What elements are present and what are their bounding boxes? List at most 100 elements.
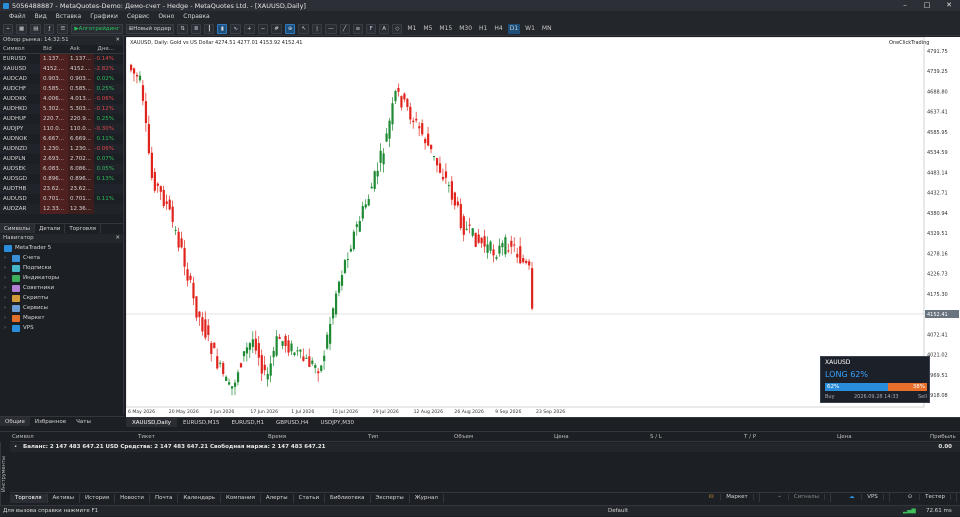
hline-icon[interactable]: —	[325, 23, 337, 34]
tf-h1[interactable]: H1	[477, 24, 489, 34]
tf-h4[interactable]: H4	[492, 24, 504, 34]
nav-item-experts[interactable]: › Советники	[0, 283, 123, 293]
nav-item-vps[interactable]: › VPS	[0, 323, 123, 333]
market-watch-row[interactable]: AUDJPY 110.0... 110.0... -0.30%	[0, 124, 123, 134]
menu-window[interactable]: Окно	[158, 13, 174, 20]
tab-history[interactable]: История	[80, 493, 116, 503]
close-icon[interactable]: ✕	[115, 36, 120, 45]
menu-charts[interactable]: Графики	[90, 13, 118, 20]
market-watch-row[interactable]: AUDSGD 0.896... 0.896... 0.13%	[0, 174, 123, 184]
candles-icon[interactable]: ▮	[217, 23, 228, 34]
chevron-right-icon[interactable]: ›	[4, 283, 12, 293]
bar-chart-icon[interactable]: ┃	[204, 23, 215, 34]
balance-row[interactable]: • Баланс: 2 147 483 647.21 USD Средства:…	[10, 443, 960, 452]
sell-label[interactable]: Sell	[918, 394, 927, 400]
chevron-right-icon[interactable]: ›	[4, 253, 12, 263]
tab-company[interactable]: Компания	[221, 493, 261, 503]
nav-root[interactable]: MetaTrader 5	[0, 243, 123, 253]
market-watch-row[interactable]: AUDPLN 2.693... 2.702... 0.07%	[0, 154, 123, 164]
col-price-current[interactable]: Цена	[837, 433, 852, 442]
chart-tab-usdjpy-m30[interactable]: USDJPY,M30	[315, 418, 360, 427]
chart-type-icon[interactable]: ⌁	[3, 23, 13, 34]
market-watch-row[interactable]: AUDCHF 0.585... 0.585... 0.25%	[0, 84, 123, 94]
col-type[interactable]: Тип	[368, 433, 379, 442]
chart-tab-eurusd-h1[interactable]: EURUSD,H1	[226, 418, 270, 427]
templates-icon[interactable]: ☰	[57, 23, 69, 34]
market-watch-row[interactable]: AUDUSD 0.701... 0.701... 0.11%	[0, 194, 123, 204]
market-watch-row[interactable]: AUDSEK 6.083... 6.086... 0.05%	[0, 164, 123, 174]
tab-news[interactable]: Новости	[115, 493, 151, 503]
market-watch-row[interactable]: AUDNOK 6.667... 6.669... 0.11%	[0, 134, 123, 144]
vline-icon[interactable]: |	[312, 23, 323, 34]
new-order-button[interactable]: ⊞ Новый ордер	[125, 23, 175, 34]
channel-icon[interactable]: ≡	[352, 23, 364, 34]
nav-item-services[interactable]: › Сервисы	[0, 303, 123, 313]
tab-trading[interactable]: Торговля	[65, 224, 101, 233]
tab-assets[interactable]: Активы	[48, 493, 80, 503]
profiles-icon[interactable]: ▤	[30, 23, 42, 34]
market-watch-row[interactable]: AUDZAR 12.33... 12.36...	[0, 204, 123, 214]
chevron-right-icon[interactable]: ›	[4, 263, 12, 273]
col-symbol[interactable]: Символ	[12, 433, 34, 442]
close-button[interactable]: ✕	[938, 0, 960, 11]
crosshair-icon[interactable]: ⊕	[284, 23, 296, 34]
nav-item-accounts[interactable]: › Счета	[0, 253, 123, 263]
tab-details[interactable]: Детали	[35, 224, 66, 233]
tab-trade[interactable]: Торговля	[10, 493, 48, 503]
tab-articles[interactable]: Статьи	[294, 493, 326, 503]
tf-w1[interactable]: W1	[523, 24, 537, 34]
tab-mail[interactable]: Почта	[150, 493, 179, 503]
tab-common[interactable]: Общие	[0, 417, 30, 426]
tf-mn[interactable]: MN	[540, 24, 554, 34]
col-bid[interactable]: Bid	[40, 45, 68, 53]
chevron-right-icon[interactable]: ›	[4, 303, 12, 313]
tf-m1[interactable]: M1	[405, 24, 418, 34]
col-profit[interactable]: Прибыль	[930, 433, 956, 442]
signals-link[interactable]: ⌁ Сигналы	[768, 493, 831, 502]
menu-insert[interactable]: Вставка	[56, 13, 81, 20]
trendline-icon[interactable]: ╱	[339, 23, 350, 34]
tester-link[interactable]: ⊙ Тестер	[898, 493, 957, 502]
close-icon[interactable]: ✕	[115, 234, 120, 243]
tf-m5[interactable]: M5	[421, 24, 434, 34]
menu-file[interactable]: Файл	[9, 13, 26, 20]
chart-tab-gbpusd-h4[interactable]: GBPUSD,H4	[270, 418, 315, 427]
nav-item-indicators[interactable]: › Индикаторы	[0, 273, 123, 283]
chevron-right-icon[interactable]: ›	[4, 293, 12, 303]
chevron-right-icon[interactable]: ›	[4, 313, 12, 323]
tab-journal[interactable]: Журнал	[410, 493, 444, 503]
nav-item-scripts[interactable]: › Скрипты	[0, 293, 123, 303]
line-chart-icon[interactable]: ∿	[230, 23, 242, 34]
grid-icon[interactable]: #	[271, 23, 282, 34]
minimize-button[interactable]: –	[894, 0, 916, 11]
zoom-in-icon[interactable]: +	[244, 23, 255, 34]
tf-d1[interactable]: D1	[507, 23, 521, 34]
col-sl[interactable]: S / L	[650, 433, 662, 442]
col-ask[interactable]: Ask	[68, 45, 94, 53]
market-watch-row[interactable]: AUDCAD 0.903... 0.903... 0.02%	[0, 74, 123, 84]
tab-library[interactable]: Библиотека	[325, 493, 371, 503]
tab-chats[interactable]: Чаты	[71, 417, 96, 426]
market-watch-row[interactable]: AUDHKD 5.302... 5.303... -0.12%	[0, 104, 123, 114]
col-volume[interactable]: Объем	[454, 433, 473, 442]
maximize-button[interactable]: □	[916, 0, 938, 11]
buy-label[interactable]: Buy	[825, 394, 835, 400]
chevron-right-icon[interactable]: ›	[4, 273, 12, 283]
cursor-icon[interactable]: ↖	[298, 23, 310, 34]
market-watch-row[interactable]: AUDNZD 1.230... 1.230... -0.06%	[0, 144, 123, 154]
chart-tab-eurusd-m15[interactable]: EURUSD,M15	[177, 418, 226, 427]
tab-alerts[interactable]: Алерты	[261, 493, 294, 503]
fibo-icon[interactable]: F	[366, 23, 377, 34]
shapes-icon[interactable]: ◇	[392, 23, 403, 34]
col-symbol[interactable]: Символ	[0, 45, 40, 53]
new-chart-icon[interactable]: ▦	[16, 23, 28, 34]
col-change[interactable]: Дне...	[94, 45, 116, 53]
tf-m15[interactable]: M15	[437, 24, 454, 34]
chart-tab-xauusd[interactable]: XAUUSD,Daily	[126, 418, 177, 427]
market-link[interactable]: ⛁ Маркет	[699, 493, 760, 502]
menu-tools[interactable]: Сервис	[127, 13, 149, 20]
nav-item-market[interactable]: › Маркет	[0, 313, 123, 323]
col-ticket[interactable]: Тикет	[138, 433, 155, 442]
tab-symbols[interactable]: Символы	[0, 224, 36, 233]
one-click-trading-label[interactable]: OneClickTrading	[889, 40, 929, 46]
